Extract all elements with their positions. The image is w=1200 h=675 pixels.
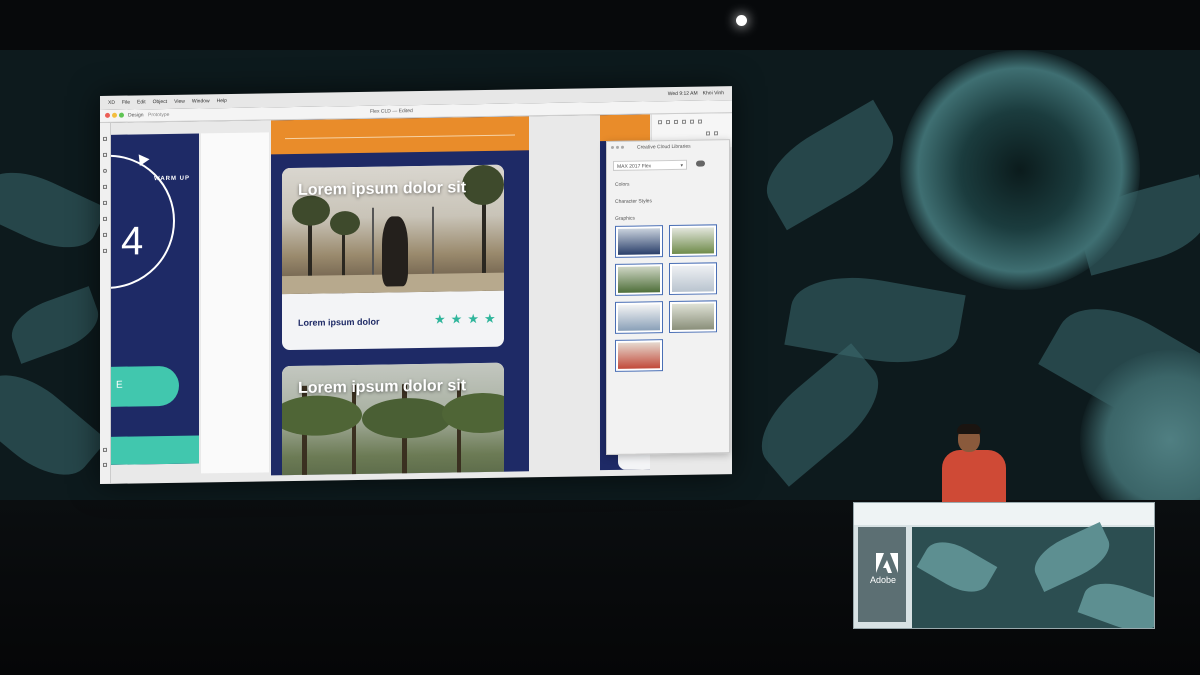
- backdrop-leaf: [784, 265, 966, 375]
- star-icon[interactable]: ★: [451, 311, 463, 327]
- paper-flower: [900, 50, 1140, 290]
- cloud-sync-icon[interactable]: [696, 160, 705, 167]
- tab-prototype[interactable]: Prototype: [148, 112, 169, 118]
- artboard-workout-list[interactable]: Lorem ipsum dolor sit Lorem ipsum dolor …: [271, 116, 529, 476]
- library-select-value: MAX 2017 Flex: [617, 163, 652, 170]
- podium: Adobe: [853, 502, 1155, 629]
- menubar-clock: Wed 9:12 AM: [667, 90, 698, 98]
- menu-item[interactable]: Edit: [137, 99, 146, 105]
- star-icon[interactable]: ★: [434, 312, 446, 328]
- graphics-grid: [615, 224, 721, 372]
- repeat-grid-icon[interactable]: [706, 131, 710, 136]
- graphic-thumbnail[interactable]: [615, 225, 663, 258]
- close-button[interactable]: [105, 112, 110, 118]
- pen-tool-icon[interactable]: [103, 200, 107, 205]
- boolean-icon[interactable]: [714, 131, 718, 136]
- graphic-thumbnail[interactable]: [615, 339, 663, 372]
- card-title: Lorem ipsum dolor sit: [298, 179, 467, 199]
- header-divider: [285, 134, 515, 140]
- graphic-thumbnail[interactable]: [669, 224, 717, 258]
- artboard-header: [271, 116, 529, 155]
- card-caption: Lorem ipsum dolor: [298, 316, 380, 328]
- tab-design[interactable]: Design: [128, 112, 144, 118]
- projected-screen: XD File Edit Object View Window Help Wed…: [100, 86, 732, 484]
- section-graphics[interactable]: Graphics: [615, 216, 635, 222]
- card-title: Lorem ipsum dolor sit: [298, 377, 467, 397]
- document-title: Flex CLD — Edited: [370, 108, 413, 115]
- tools-toolbar: [100, 122, 111, 484]
- start-button[interactable]: E: [111, 365, 179, 408]
- stage-light: [736, 15, 747, 26]
- star-icon[interactable]: ★: [467, 311, 479, 327]
- runner-figure: [382, 216, 408, 287]
- zoom-button[interactable]: [119, 112, 124, 118]
- artboard-tool-icon[interactable]: [103, 232, 107, 237]
- graphic-thumbnail[interactable]: [615, 301, 663, 334]
- window-controls: [105, 112, 124, 118]
- section-character-styles[interactable]: Character Styles: [615, 198, 652, 205]
- text-tool-icon[interactable]: [103, 216, 107, 221]
- podium-brand: Adobe: [870, 575, 897, 585]
- assets-icon[interactable]: [103, 447, 107, 452]
- panel-controls[interactable]: [611, 145, 624, 149]
- backdrop-leaf: [0, 356, 108, 494]
- card-photo: Lorem ipsum dolor sit: [282, 362, 504, 476]
- panel-title: Creative Cloud Libraries: [637, 143, 691, 151]
- align-left-icon[interactable]: [658, 120, 662, 125]
- minimize-button[interactable]: [112, 112, 117, 118]
- select-tool-icon[interactable]: [103, 136, 107, 141]
- chevron-down-icon: ▾: [680, 162, 683, 169]
- artboard-blank[interactable]: [201, 132, 269, 474]
- podium-artwork: [912, 521, 1154, 628]
- graphic-thumbnail[interactable]: [615, 263, 663, 296]
- artboard-footer-bar: [111, 435, 199, 465]
- backdrop-leaf: [4, 286, 106, 364]
- ellipse-tool-icon[interactable]: [103, 168, 107, 173]
- section-colors[interactable]: Colors: [615, 182, 629, 188]
- podium-logo-plate: Adobe: [858, 527, 906, 622]
- backdrop-leaf: [751, 99, 909, 231]
- layers-icon[interactable]: [103, 462, 107, 467]
- menu-item[interactable]: File: [122, 100, 130, 106]
- card-footer: Lorem ipsum dolor ★ ★ ★ ★: [282, 291, 504, 350]
- design-canvas[interactable]: WARM UP 4 E Lorem ipsum dolor sit Lorem …: [111, 113, 732, 484]
- distribute-icon[interactable]: [698, 119, 702, 124]
- podium-top: [854, 503, 1154, 525]
- rectangle-tool-icon[interactable]: [103, 152, 107, 157]
- artboard-warmup[interactable]: WARM UP 4 E: [111, 133, 199, 465]
- timer-number: 4: [121, 219, 144, 264]
- menu-item[interactable]: XD: [108, 100, 115, 106]
- library-select[interactable]: MAX 2017 Flex ▾: [613, 159, 687, 171]
- align-middle-icon[interactable]: [690, 119, 694, 124]
- start-button-label: E: [116, 379, 123, 391]
- warmup-label: WARM UP: [154, 175, 190, 183]
- line-tool-icon[interactable]: [103, 184, 107, 189]
- artboard-header: [600, 114, 650, 142]
- workout-card[interactable]: Lorem ipsum dolor sit Lorem ipsum dolor …: [282, 164, 504, 351]
- backdrop-leaf: [743, 343, 897, 487]
- workout-card[interactable]: Lorem ipsum dolor sit: [282, 362, 504, 476]
- menu-item[interactable]: Window: [192, 98, 210, 104]
- cc-libraries-panel: Creative Cloud Libraries MAX 2017 Flex ▾…: [606, 139, 730, 456]
- menu-item[interactable]: View: [174, 99, 185, 105]
- menu-item[interactable]: Help: [217, 98, 227, 104]
- align-top-icon[interactable]: [682, 119, 686, 124]
- align-center-icon[interactable]: [666, 120, 670, 125]
- star-rating[interactable]: ★ ★ ★ ★: [434, 311, 496, 328]
- menu-item[interactable]: Object: [153, 99, 167, 105]
- presenter-hair: [957, 424, 981, 434]
- graphic-thumbnail[interactable]: [669, 262, 717, 296]
- zoom-tool-icon[interactable]: [103, 248, 107, 253]
- graphic-thumbnail[interactable]: [669, 300, 717, 334]
- adobe-logo-icon: [876, 553, 898, 573]
- backdrop-leaf: [0, 157, 108, 263]
- card-photo: Lorem ipsum dolor sit: [282, 164, 504, 295]
- star-icon[interactable]: ★: [484, 311, 496, 327]
- align-right-icon[interactable]: [674, 119, 678, 124]
- menubar-user[interactable]: Khoi Vinh: [703, 90, 724, 96]
